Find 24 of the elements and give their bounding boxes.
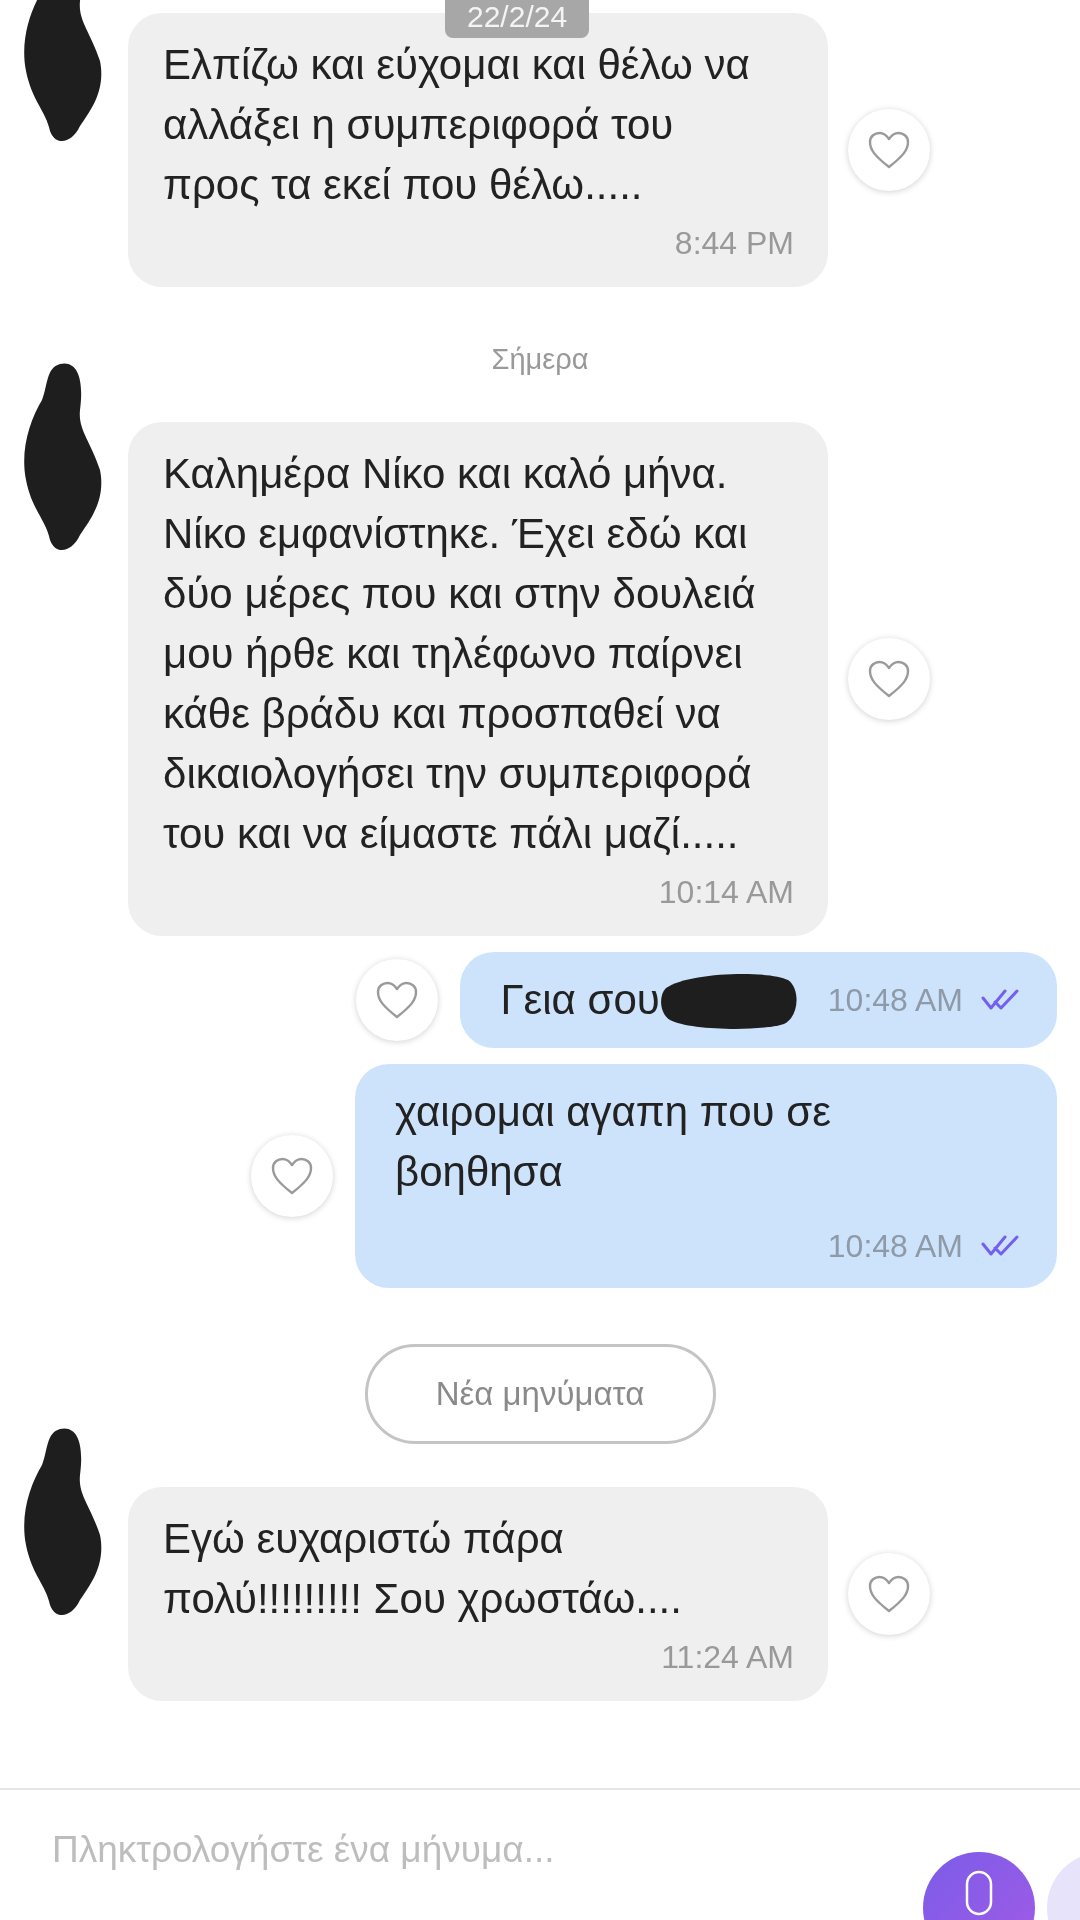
message-text: χαιρομαι αγαπη που σε βοηθησα bbox=[395, 1087, 832, 1197]
message-text: Καλημέρα Νίκο και καλό μήνα. Νίκο εμφανίστηκε. Έχει εδώ και δύο μέρες που και στην δουλειά μου ήρθε και τηλέφωνο παίρνει κάθε βράδυ και προσπαθεί να δικαιολογήσει την συμπεριφορά του και να είμαστε πάλι μαζί..... bbox=[163, 449, 757, 859]
message-input[interactable]: Πληκτρολογήστε ένα μήνυμα... bbox=[52, 1820, 832, 1880]
message-time: 8:44 PM bbox=[674, 224, 794, 263]
heart-icon bbox=[867, 1574, 911, 1614]
new-messages-button[interactable]: Νέα μηνύματα bbox=[364, 1344, 716, 1444]
like-button[interactable] bbox=[848, 109, 930, 191]
date-badge: 22/2/24 bbox=[445, 0, 590, 38]
heart-icon bbox=[375, 980, 420, 1020]
like-button[interactable] bbox=[251, 1135, 333, 1217]
heart-icon bbox=[867, 130, 911, 170]
heart-icon bbox=[867, 659, 911, 699]
like-button[interactable] bbox=[356, 959, 439, 1041]
message-time: 10:14 AM bbox=[658, 873, 794, 912]
message-time: 10:48 AM bbox=[827, 1227, 963, 1266]
message-time: 11:24 AM bbox=[661, 1638, 794, 1677]
message-text: Ελπίζω και εύχομαι και θέλω να αλλάξει η συμπεριφορά του προς τα εκεί που θέλω..... bbox=[163, 40, 751, 210]
like-button[interactable] bbox=[848, 1553, 930, 1635]
message-time: 10:48 AM bbox=[827, 981, 963, 1020]
heart-icon bbox=[270, 1156, 314, 1196]
message-text: Γεια σου bbox=[500, 975, 660, 1025]
like-button[interactable] bbox=[848, 638, 930, 720]
date-separator: Σήμερα bbox=[491, 342, 589, 377]
message-text: Εγώ ευχαριστώ πάρα πολύ!!!!!!!!! Σου χρωστάω.... bbox=[163, 1514, 683, 1624]
